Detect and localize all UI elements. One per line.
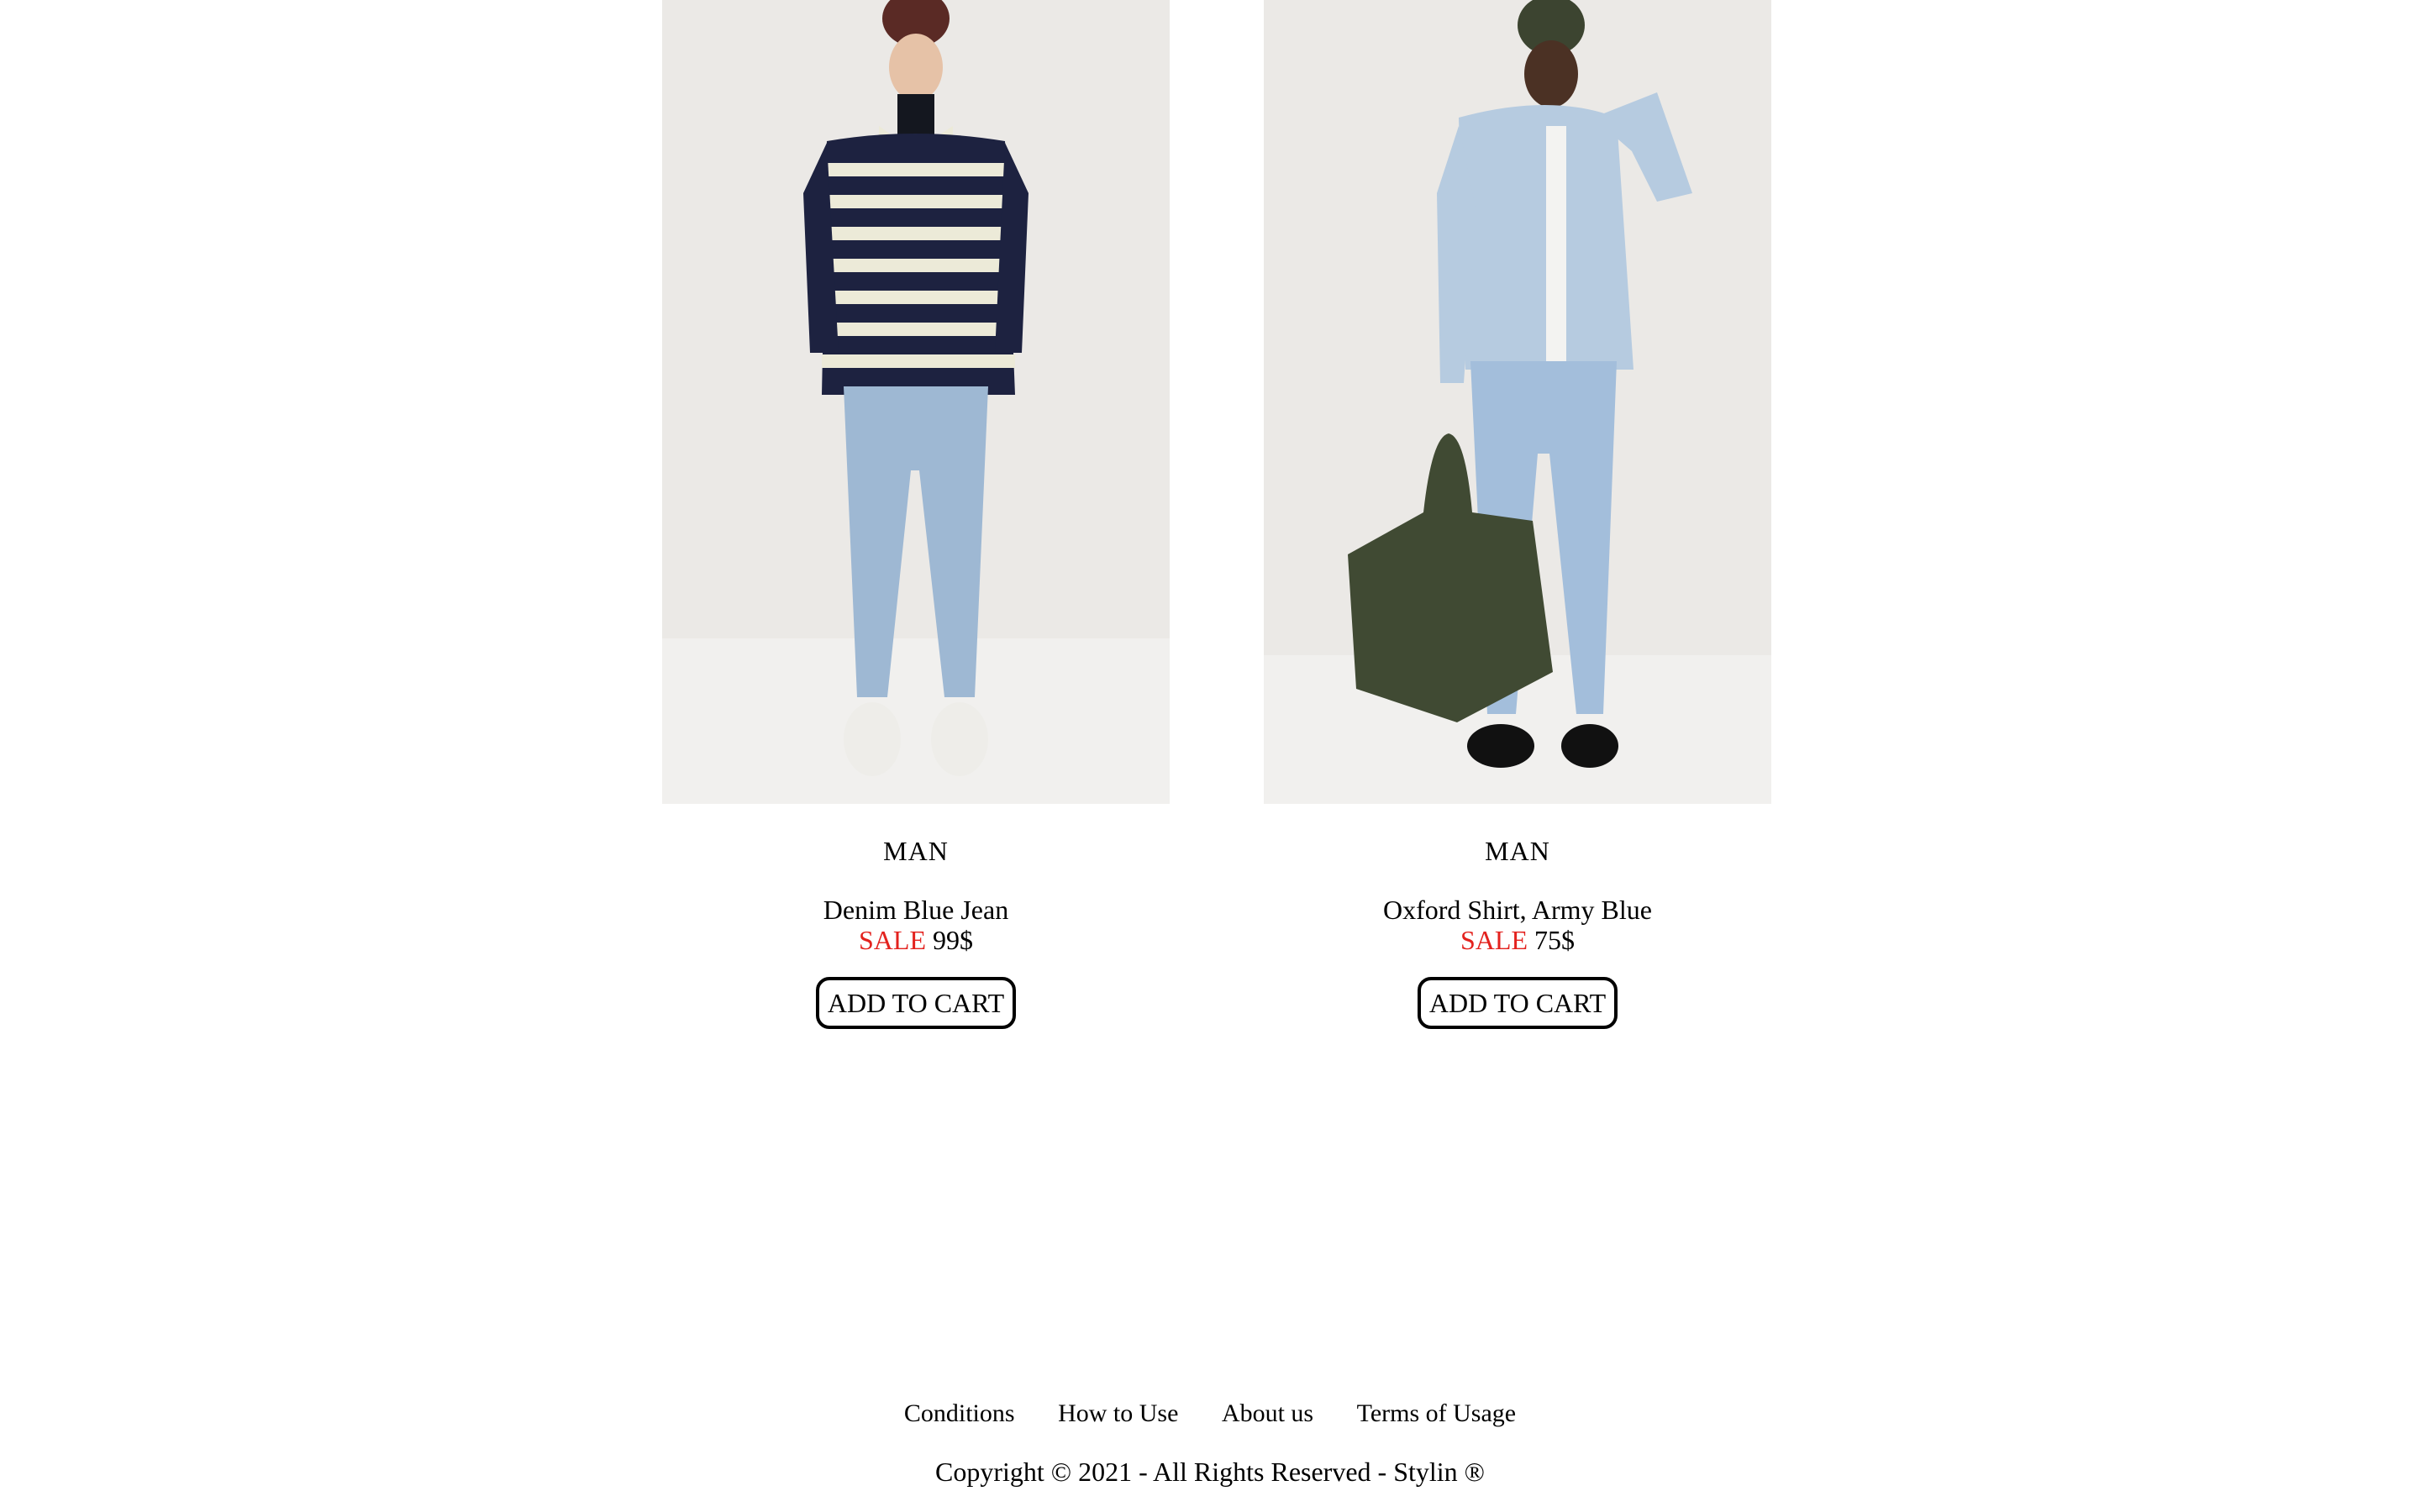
product-price: 75$ bbox=[1534, 925, 1575, 955]
product-grid: MAN Denim Blue Jean SALE 99$ ADD TO CART bbox=[662, 0, 1771, 1042]
product-price-line: SALE 99$ bbox=[662, 925, 1170, 955]
copyright-text: Copyright © 2021 - All Rights Reserved -… bbox=[935, 1457, 1485, 1487]
sale-label: SALE bbox=[1460, 925, 1528, 955]
product-card: MAN Denim Blue Jean SALE 99$ ADD TO CART bbox=[662, 0, 1170, 1029]
product-photo-illustration bbox=[1264, 0, 1771, 804]
add-to-cart-button[interactable]: ADD TO CART bbox=[815, 977, 1017, 1029]
product-price: 99$ bbox=[933, 925, 973, 955]
footer-link-conditions[interactable]: Conditions bbox=[904, 1399, 1015, 1427]
add-to-cart-button[interactable]: ADD TO CART bbox=[1417, 977, 1618, 1029]
product-card: MAN Oxford Shirt, Army Blue SALE 75$ ADD… bbox=[1264, 0, 1771, 1029]
sale-label: SALE bbox=[859, 925, 926, 955]
footer-link-about-us[interactable]: About us bbox=[1222, 1399, 1313, 1427]
product-image[interactable] bbox=[662, 0, 1170, 804]
product-name: Oxford Shirt, Army Blue bbox=[1383, 895, 1652, 925]
product-category: MAN bbox=[1485, 836, 1550, 866]
footer-link-terms-of-usage[interactable]: Terms of Usage bbox=[1357, 1399, 1517, 1427]
product-price-line: SALE 75$ bbox=[1264, 925, 1771, 955]
product-category: MAN bbox=[883, 836, 949, 866]
product-image[interactable] bbox=[1264, 0, 1771, 804]
footer-link-how-to-use[interactable]: How to Use bbox=[1058, 1399, 1178, 1427]
product-photo-illustration bbox=[662, 0, 1170, 804]
footer-nav: Conditions How to Use About us Terms of … bbox=[0, 1399, 2420, 1429]
product-name: Denim Blue Jean bbox=[823, 895, 1009, 925]
